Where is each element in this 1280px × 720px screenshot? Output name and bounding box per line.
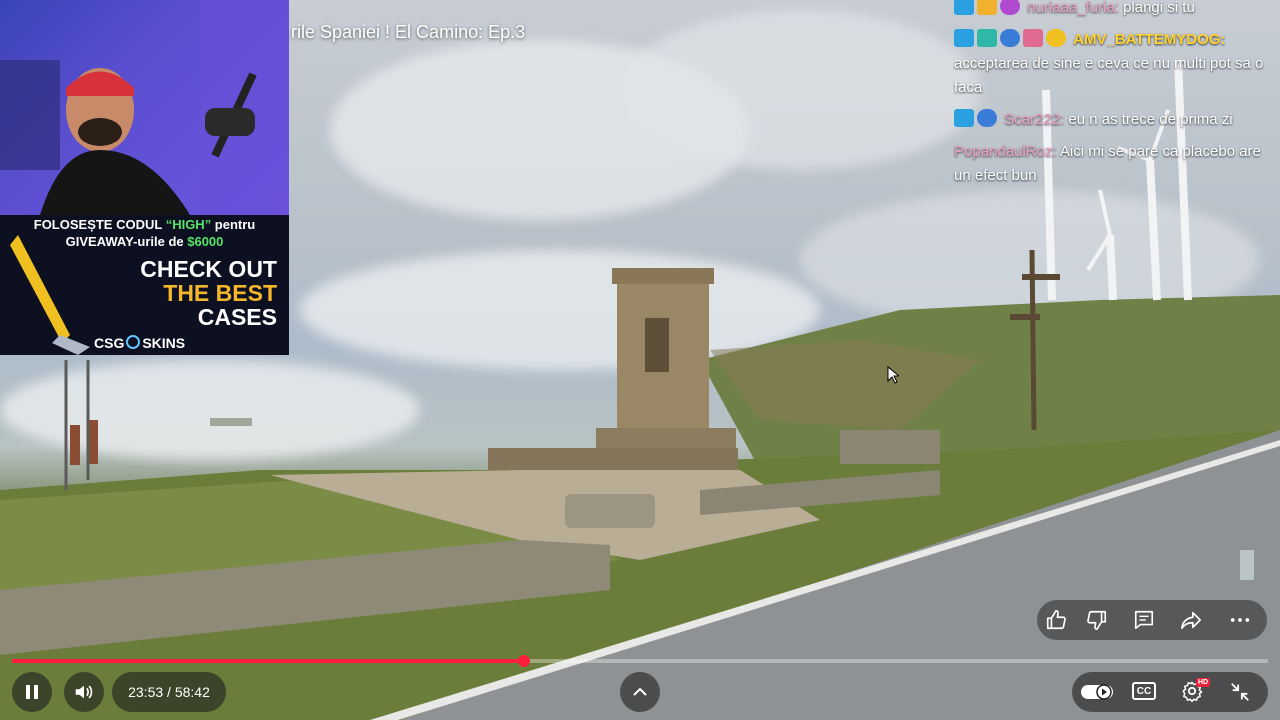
chat-text: acceptarea de sine e ceva ce nu multi po…	[954, 55, 1264, 96]
sponsor-line2-prefix: GIVEAWAY-urile de	[65, 234, 188, 249]
verified-badge-icon	[954, 109, 974, 127]
chat-message: Scar222: eu n as trece de prima zi	[954, 108, 1268, 132]
gift-badge-icon	[1023, 29, 1043, 47]
autoplay-toggle[interactable]	[1081, 683, 1113, 706]
sponsor-brand-logo-icon	[126, 335, 141, 349]
sponsor-cta-line3: CASES	[197, 304, 277, 330]
action-bar	[1037, 600, 1267, 640]
streamer-webcam-image	[0, 0, 289, 215]
chat-username[interactable]: PopandaulRoz:	[954, 143, 1057, 160]
dislike-button[interactable]	[1085, 608, 1109, 632]
sponsor-cta-line2: THE BEST	[163, 280, 277, 306]
comment-button[interactable]	[1132, 608, 1156, 632]
verified-badge-icon	[954, 0, 974, 15]
grid-badge-icon	[977, 29, 997, 47]
exit-fullscreen-icon	[1231, 683, 1249, 701]
hd-badge: HD	[1196, 678, 1211, 687]
comment-icon	[1134, 610, 1154, 630]
time-display: 23:53 / 58:42	[112, 672, 226, 712]
settings-button[interactable]: HD	[1181, 678, 1211, 707]
progress-played	[12, 659, 525, 663]
time-separator: /	[163, 684, 175, 700]
streamer-facecam	[0, 0, 289, 215]
more-button[interactable]	[1228, 608, 1252, 632]
sponsor-brand: CSG SKINS	[94, 335, 185, 351]
current-time: 23:53	[128, 684, 164, 700]
video-title[interactable]: rile Spaniei ! El Camino: Ep.3	[291, 22, 525, 43]
autoplay-toggle-icon	[1081, 684, 1113, 700]
sponsor-cta-line1: CHECK OUT	[140, 256, 277, 282]
sponsor-line1-suffix: pentru	[211, 217, 256, 232]
chat-message: AMV_BATTEMYDOG: acceptarea de sine e cev…	[954, 28, 1268, 100]
like-button[interactable]	[1044, 608, 1068, 632]
chat-overlay: nuriaaa_furia: plangi si tu AMV_BATTEMYD…	[954, 0, 1268, 196]
chat-username[interactable]: AMV_BATTEMYDOG:	[1073, 31, 1225, 48]
like-icon	[1046, 610, 1066, 630]
chat-username[interactable]: Scar222:	[1004, 111, 1064, 128]
chat-username[interactable]: nuriaaa_furia:	[1027, 0, 1119, 16]
share-button[interactable]	[1179, 608, 1203, 632]
chat-text: plangi si tu	[1118, 0, 1195, 16]
captions-label: CC	[1136, 685, 1152, 697]
chevron-up-icon	[633, 687, 647, 696]
sponsor-brand-name: CSG	[94, 335, 125, 351]
volume-button[interactable]	[64, 672, 104, 712]
chat-message: PopandaulRoz: Aici mi se pare ca placebo…	[954, 140, 1268, 188]
exit-fullscreen-button[interactable]	[1229, 681, 1251, 708]
sponsor-code: “HIGH”	[165, 217, 212, 232]
chat-text: eu n as trece de prima zi	[1064, 111, 1233, 128]
hazard-badge-icon	[1046, 29, 1066, 47]
progress-bar[interactable]	[12, 655, 1268, 667]
ghost-badge-icon	[1000, 0, 1020, 15]
mouse-cursor-icon	[887, 366, 899, 384]
sponsor-amount: $6000	[187, 234, 224, 249]
verified-badge-icon	[954, 29, 974, 47]
captions-button[interactable]: CC	[1132, 682, 1156, 700]
pause-button[interactable]	[12, 672, 52, 712]
chat-message: nuriaaa_furia: plangi si tu	[954, 0, 1268, 20]
more-icon	[1230, 618, 1250, 622]
sponsor-brand-suffix: SKINS	[142, 335, 186, 351]
ghost-badge-icon	[977, 109, 997, 127]
sponsor-line1-prefix: FOLOSEȘTE CODUL	[33, 217, 166, 232]
dislike-icon	[1087, 610, 1107, 630]
volume-icon	[75, 685, 93, 699]
sponsor-banner[interactable]: FOLOSEȘTE CODUL “HIGH” pentru GIVEAWAY-u…	[0, 215, 289, 355]
crown-badge-icon	[977, 0, 997, 15]
expand-up-button[interactable]	[620, 672, 660, 712]
pause-icon	[26, 685, 38, 699]
ghost-badge-icon	[1000, 29, 1020, 47]
share-icon	[1181, 611, 1201, 630]
total-time: 58:42	[174, 684, 210, 700]
